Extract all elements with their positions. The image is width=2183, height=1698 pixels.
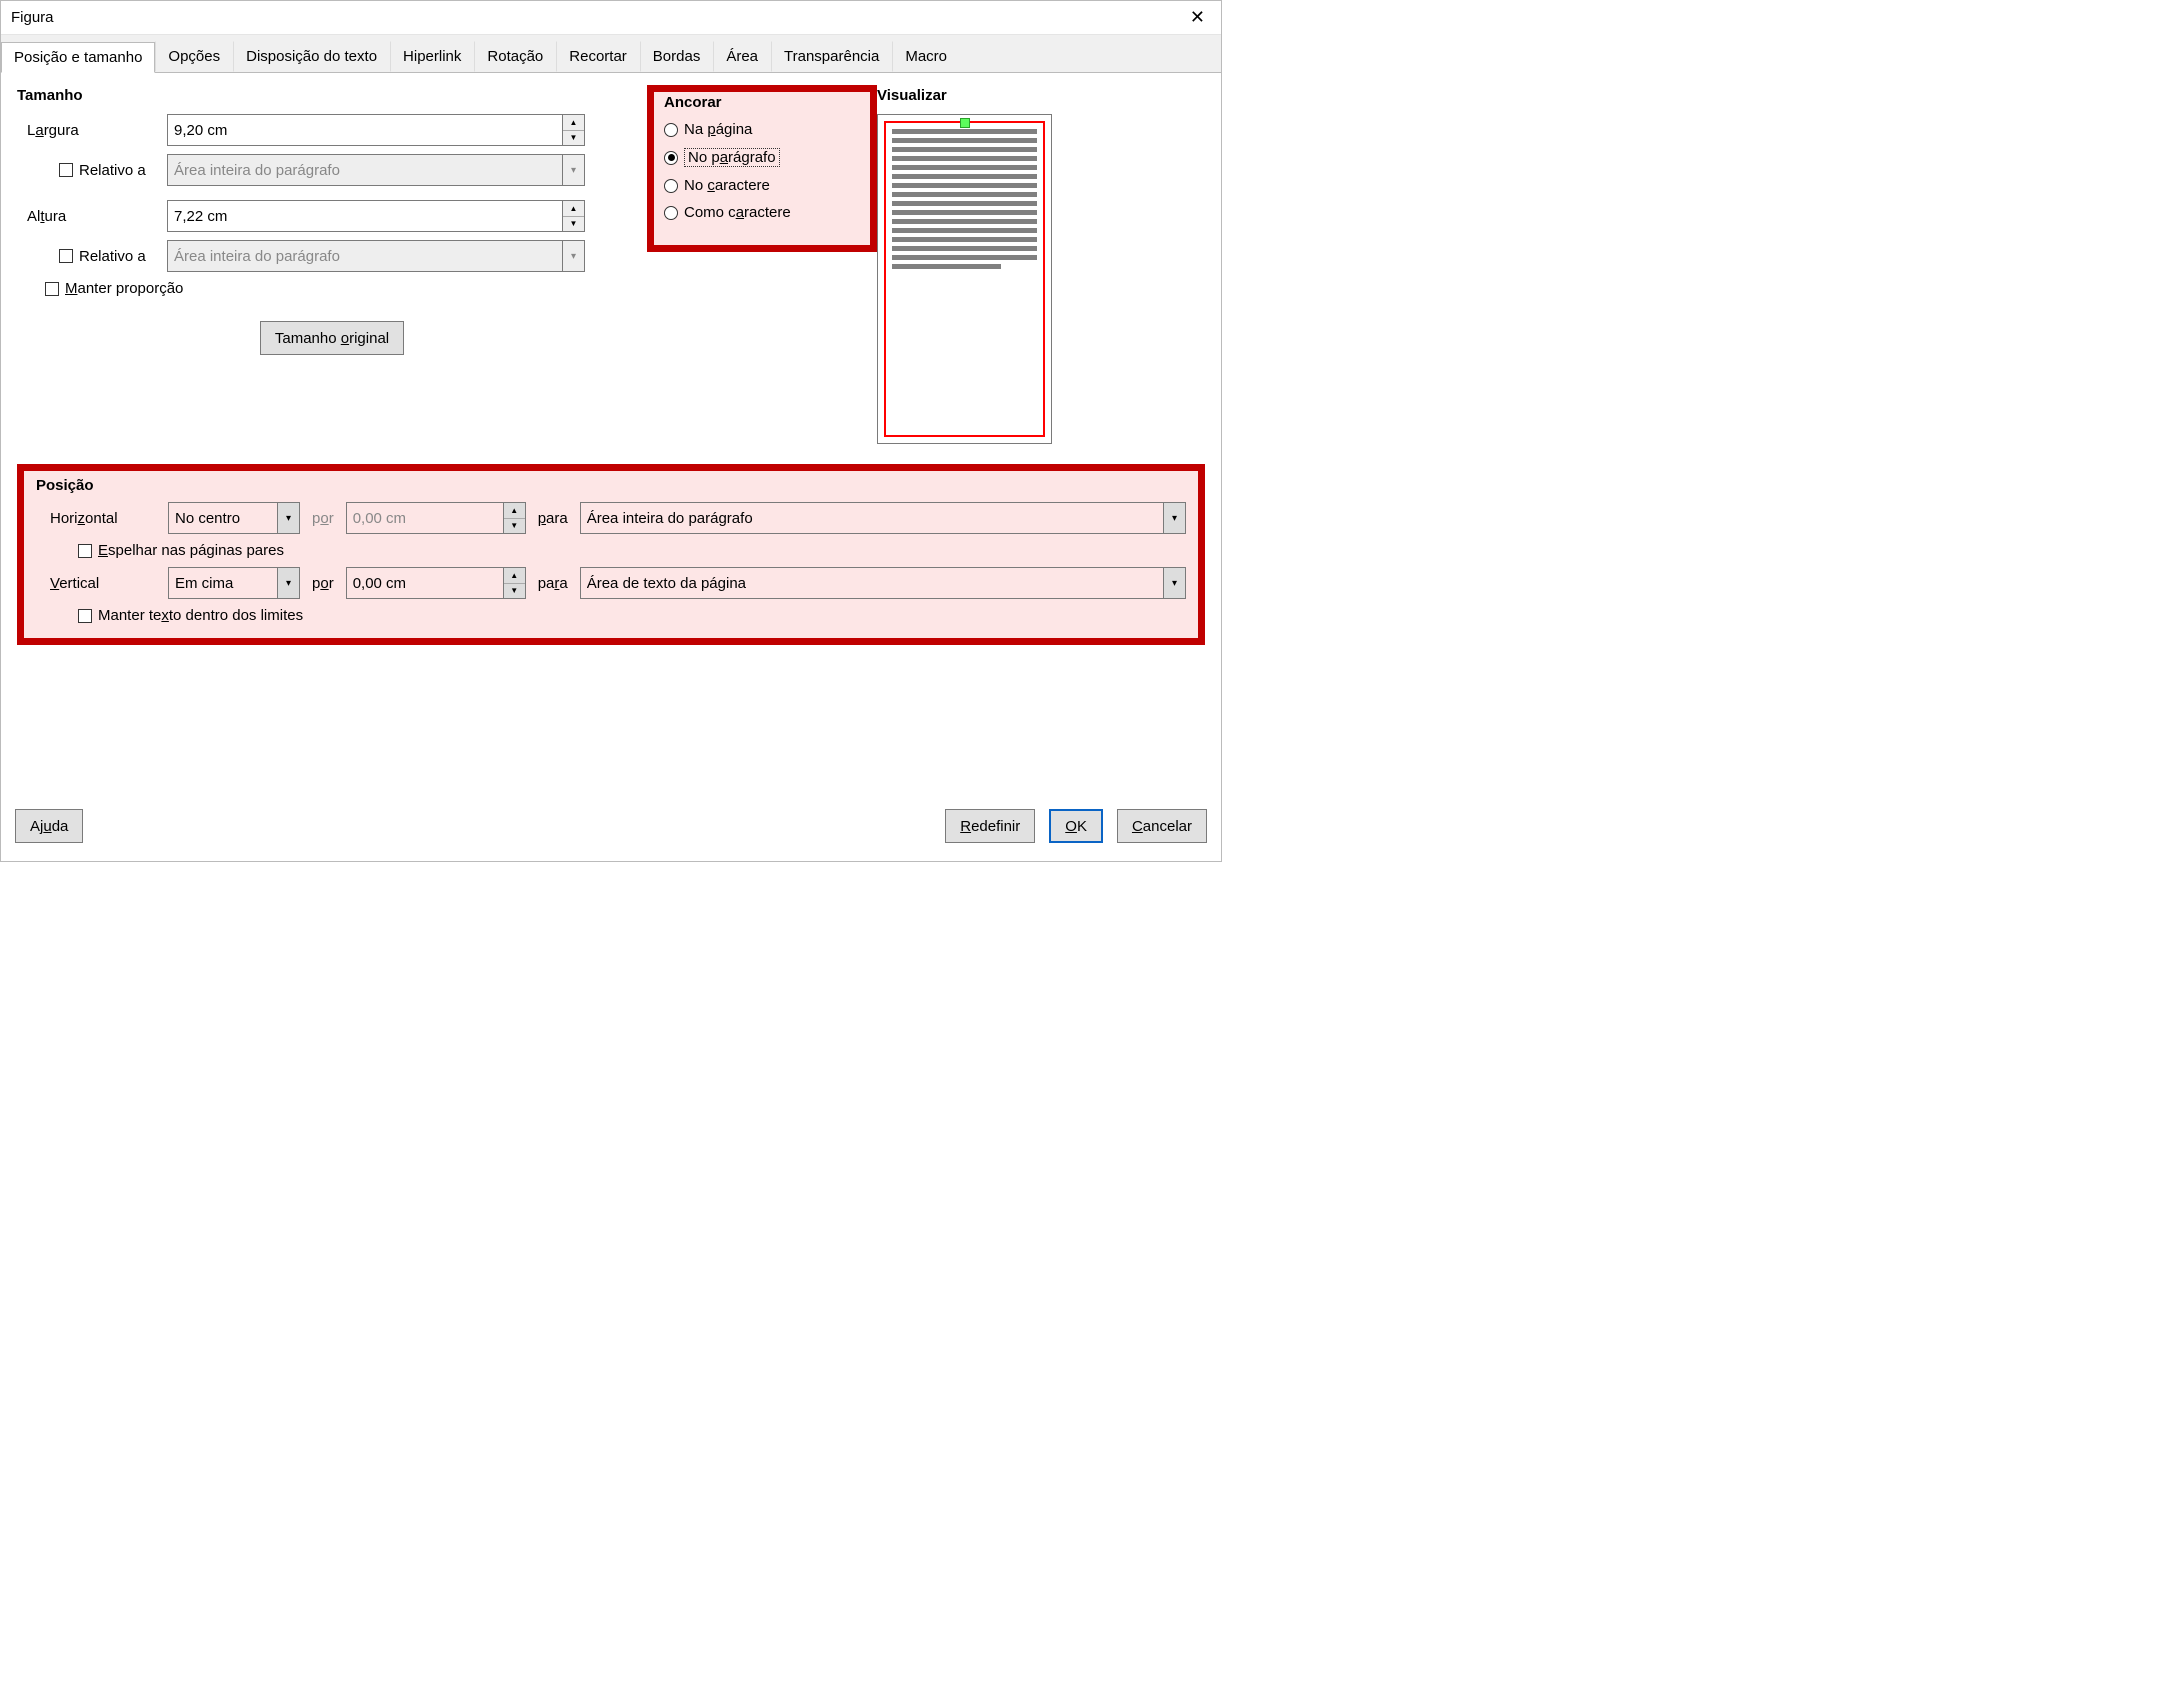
- vertical-by-input[interactable]: [346, 567, 504, 599]
- chevron-down-icon: ▾: [563, 240, 585, 272]
- anchor-paragraph[interactable]: No parágrafo: [664, 148, 860, 167]
- tab-transparency[interactable]: Transparência: [771, 41, 892, 72]
- horizontal-label: Horizontal: [36, 510, 156, 527]
- vertical-to-combo[interactable]: [580, 567, 1164, 599]
- width-label: Largura: [17, 122, 167, 139]
- height-input[interactable]: [167, 200, 563, 232]
- tab-options[interactable]: Opções: [155, 41, 233, 72]
- chevron-down-icon[interactable]: ▾: [278, 567, 300, 599]
- dialog-title: Figura: [11, 9, 54, 26]
- tab-position-size[interactable]: Posição e tamanho: [1, 42, 155, 73]
- keep-ratio-checkbox[interactable]: [45, 282, 59, 296]
- size-title: Tamanho: [17, 87, 647, 104]
- height-relative-label: Relativo a: [79, 248, 146, 265]
- chevron-down-icon[interactable]: ▼: [563, 130, 584, 146]
- original-size-button[interactable]: Tamanho original: [260, 321, 404, 355]
- vertical-by-label: por: [312, 575, 334, 592]
- chevron-down-icon[interactable]: ▼: [504, 583, 525, 599]
- keep-ratio-label: Manter proporção: [65, 280, 183, 297]
- chevron-down-icon[interactable]: ▼: [563, 216, 584, 232]
- height-label: Altura: [17, 208, 167, 225]
- preview-group: Visualizar: [877, 85, 1205, 444]
- keep-text-boundaries-label: Manter texto dentro dos limites: [98, 607, 303, 624]
- chevron-down-icon[interactable]: ▾: [278, 502, 300, 534]
- anchor-group: Ancorar Na página No parágrafo No caract…: [647, 85, 877, 444]
- preview-title: Visualizar: [877, 87, 1205, 104]
- vertical-combo[interactable]: [168, 567, 278, 599]
- horizontal-to-label: para: [538, 510, 568, 527]
- tab-macro[interactable]: Macro: [892, 41, 960, 72]
- chevron-down-icon: ▾: [563, 154, 585, 186]
- tab-borders[interactable]: Bordas: [640, 41, 714, 72]
- horizontal-by-spinner: ▲ ▼: [504, 502, 526, 534]
- size-group: Tamanho Largura ▲ ▼: [17, 85, 647, 444]
- anchor-as-character[interactable]: Como caractere: [664, 204, 860, 221]
- close-icon[interactable]: ✕: [1184, 7, 1211, 28]
- anchor-page[interactable]: Na página: [664, 121, 860, 138]
- panel-position-size: Tamanho Largura ▲ ▼: [1, 72, 1221, 799]
- vertical-to-label: para: [538, 575, 568, 592]
- tab-area[interactable]: Área: [713, 41, 771, 72]
- width-spinner[interactable]: ▲ ▼: [563, 114, 585, 146]
- chevron-up-icon[interactable]: ▲: [504, 568, 525, 583]
- titlebar: Figura ✕: [1, 1, 1221, 35]
- position-title: Posição: [36, 477, 1186, 494]
- height-relative-checkbox[interactable]: [59, 249, 73, 263]
- mirror-label: Espelhar nas páginas pares: [98, 542, 284, 559]
- anchor-character[interactable]: No caractere: [664, 177, 860, 194]
- width-relative-checkbox[interactable]: [59, 163, 73, 177]
- height-spinner[interactable]: ▲ ▼: [563, 200, 585, 232]
- horizontal-by-label: por: [312, 510, 334, 527]
- vertical-by-spinner[interactable]: ▲ ▼: [504, 567, 526, 599]
- vertical-label: Vertical: [36, 575, 156, 592]
- help-button[interactable]: Ajuda: [15, 809, 83, 843]
- tab-hyperlink[interactable]: Hiperlink: [390, 41, 474, 72]
- chevron-down-icon: ▼: [504, 518, 525, 534]
- tab-bar: Posição e tamanho Opções Disposição do t…: [1, 35, 1221, 799]
- chevron-down-icon[interactable]: ▾: [1164, 502, 1186, 534]
- anchor-title: Ancorar: [664, 94, 860, 111]
- chevron-up-icon[interactable]: ▲: [563, 115, 584, 130]
- keep-text-boundaries-checkbox[interactable]: [78, 609, 92, 623]
- tab-crop[interactable]: Recortar: [556, 41, 640, 72]
- figure-dialog: Figura ✕ Posição e tamanho Opções Dispos…: [0, 0, 1222, 862]
- width-input[interactable]: [167, 114, 563, 146]
- anchor-handle-icon: [960, 118, 970, 128]
- dialog-button-bar: Ajuda Redefinir OK Cancelar: [1, 799, 1221, 861]
- chevron-up-icon: ▲: [504, 503, 525, 518]
- reset-button[interactable]: Redefinir: [945, 809, 1035, 843]
- chevron-up-icon[interactable]: ▲: [563, 201, 584, 216]
- horizontal-to-combo[interactable]: [580, 502, 1164, 534]
- cancel-button[interactable]: Cancelar: [1117, 809, 1207, 843]
- width-relative-label: Relativo a: [79, 162, 146, 179]
- preview-canvas: [877, 114, 1052, 444]
- tab-rotation[interactable]: Rotação: [474, 41, 556, 72]
- height-relative-combo: [167, 240, 563, 272]
- tab-wrap[interactable]: Disposição do texto: [233, 41, 390, 72]
- horizontal-by-input: [346, 502, 504, 534]
- width-relative-combo: [167, 154, 563, 186]
- horizontal-combo[interactable]: [168, 502, 278, 534]
- position-group: Posição Horizontal ▾ por: [17, 464, 1205, 645]
- mirror-checkbox[interactable]: [78, 544, 92, 558]
- chevron-down-icon[interactable]: ▾: [1164, 567, 1186, 599]
- ok-button[interactable]: OK: [1049, 809, 1103, 843]
